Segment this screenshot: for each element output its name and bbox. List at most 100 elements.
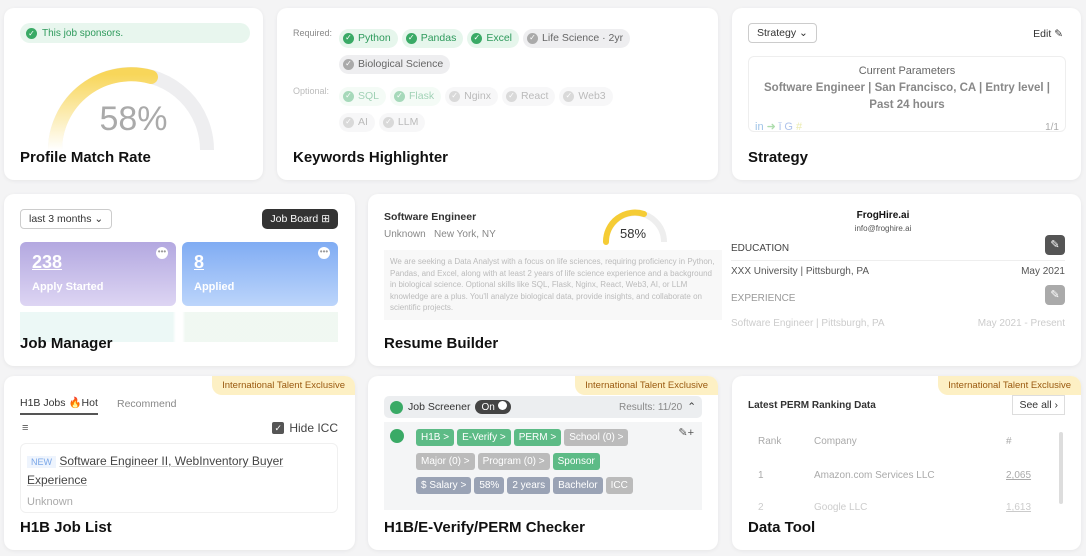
keyword-chip: ✓ Python (339, 28, 398, 48)
keywords-card[interactable]: Required: ✓ Python ✓ Pandas ✓ Excel ✓ Life Scie… (277, 8, 718, 180)
table-header: Rank Company # (758, 436, 1012, 447)
stat-value[interactable]: 238 (32, 252, 164, 273)
filter-tag[interactable]: 2 years (507, 477, 551, 494)
profile-match-card[interactable]: ✓ This job sponsors. 58% Profile Match R… (4, 8, 263, 180)
resume-match-value: 58% (620, 226, 647, 241)
filter-tag[interactable]: E-Verify > (457, 429, 511, 446)
tab-h1b-jobs[interactable]: H1B Jobs 🔥Hot (20, 396, 98, 415)
data-tool-card[interactable]: International Talent Exclusive Latest PE… (732, 376, 1081, 550)
h1b-job-list-card[interactable]: International Talent Exclusive H1B Jobs … (4, 376, 355, 550)
edit-button[interactable]: Edit ✎ (1033, 28, 1063, 40)
grid-icon: ⊞ (321, 213, 330, 225)
filter-tag[interactable]: School (0) > (564, 429, 629, 446)
filter-tag[interactable]: H1B > (416, 429, 455, 446)
check-icon: ✓ (471, 32, 483, 44)
edit-add-icon[interactable]: ✎+ (678, 426, 694, 439)
check-icon: ✓ (382, 116, 394, 128)
keyword-chip: ✓ React (501, 86, 556, 106)
filter-tag[interactable]: ICC (605, 477, 633, 494)
edit-education-button[interactable]: ✎ (1045, 235, 1065, 255)
indeed-icon: ǐ (778, 121, 782, 133)
filter-tag[interactable]: 58% (474, 477, 505, 494)
screener-body: H1B > E-Verify > PERM > School (0) > Major (… (384, 422, 702, 510)
exclusive-badge: International Talent Exclusive (938, 376, 1081, 395)
required-label: Required: (293, 28, 333, 38)
results-count: Results: 11/20 (619, 401, 683, 413)
resume-builder-card[interactable]: Software Engineer Unknown New York, NY 5… (368, 194, 1081, 366)
more-icon[interactable]: ••• (318, 247, 330, 259)
card-title: Keywords Highlighter (293, 149, 449, 166)
job-board-button[interactable]: Job Board ⊞ (262, 209, 338, 229)
stat-value[interactable]: 8 (194, 252, 326, 273)
filter-tag[interactable]: Major (0) > (416, 453, 475, 470)
checkbox-icon: ✓ (272, 422, 285, 434)
required-keywords: ✓ Python ✓ Pandas ✓ Excel ✓ Life Science · 2yr ✓… (339, 23, 639, 75)
keyword-chip: ✓ Web3 (559, 86, 613, 106)
check-icon: ✓ (343, 32, 354, 44)
job-manager-card[interactable]: last 3 months ⌄ Job Board ⊞ 238 Apply St… (4, 194, 355, 366)
more-icon[interactable]: ••• (156, 247, 168, 259)
exclusive-badge: International Talent Exclusive (212, 376, 355, 395)
table-row: 1 Amazon.com Services LLC 2,065 (758, 470, 1032, 481)
filter-tag[interactable]: Sponsor (552, 453, 600, 470)
check-icon: ✓ (505, 90, 517, 102)
stat-applied[interactable]: 8 Applied ••• (182, 242, 338, 306)
filter-tag[interactable]: Bachelor (553, 477, 603, 494)
job-meta: Unknown New York, NY (384, 229, 496, 240)
card-title: Job Manager (20, 335, 113, 352)
google-icon: G (784, 121, 793, 133)
job-company: Unknown (27, 496, 73, 508)
keyword-chip: ✓ Flask (390, 86, 442, 106)
perm-heading: Latest PERM Ranking Data (748, 400, 876, 411)
chevron-up-icon[interactable]: ⌃ (687, 401, 696, 413)
filter-tag[interactable]: Program (0) > (477, 453, 550, 470)
frog-icon (390, 400, 403, 414)
sponsor-banner: ✓ This job sponsors. (20, 23, 250, 43)
check-icon: ✓ (563, 90, 575, 102)
check-icon: ✓ (405, 32, 417, 44)
keyword-chip: ✓ SQL (339, 86, 387, 106)
checker-card[interactable]: International Talent Exclusive Job Scree… (368, 376, 718, 550)
table-row: 2 Google LLC 1,613 (758, 502, 1032, 513)
job-list-item[interactable]: NEW Software Engineer II, WebInventory B… (20, 443, 338, 513)
keyword-chip: ✓ Pandas (401, 28, 464, 48)
edit-experience-button[interactable]: ✎ (1045, 285, 1065, 305)
filter-tag[interactable]: $ Salary > (416, 477, 472, 494)
card-title: Resume Builder (384, 335, 499, 352)
range-select[interactable]: last 3 months ⌄ (20, 209, 113, 229)
keyword-chip: ✓ Life Science · 2yr (523, 28, 631, 48)
hashtag-icon: # (796, 121, 803, 133)
stat-apply-started[interactable]: 238 Apply Started ••• (20, 242, 176, 306)
education-date: May 2021 (1021, 266, 1065, 277)
strategy-select[interactable]: Strategy ⌄ (748, 23, 817, 43)
params-value: Software Engineer | San Francisco, CA | … (764, 82, 1050, 111)
page-indicator: 1/1 (1045, 122, 1059, 133)
strategy-card[interactable]: Strategy ⌄ Edit ✎ Current Parameters Sof… (732, 8, 1081, 180)
keyword-chip: ✓ Excel (467, 28, 520, 48)
check-icon: ✓ (26, 27, 37, 39)
match-rate-value: 58% (99, 100, 168, 138)
card-title: Profile Match Rate (20, 149, 151, 166)
optional-keywords: ✓ SQL ✓ Flask ✓ Nginx ✓ React ✓ Web3 ✓ AI ✓ LLM (339, 81, 649, 133)
parameters-box: Current Parameters Software Engineer | S… (748, 56, 1066, 133)
tab-recommend[interactable]: Recommend (117, 398, 177, 410)
job-title: Software Engineer (384, 211, 477, 223)
frog-icon (390, 429, 404, 443)
hide-icc-checkbox[interactable]: ✓ Hide ICC (272, 421, 338, 435)
education-entry: XXX University | Pittsburgh, PA (731, 266, 870, 277)
stat-label: Apply Started (32, 281, 104, 293)
experience-date: May 2021 - Present (977, 318, 1065, 329)
see-all-button[interactable]: See all › (1012, 395, 1065, 415)
resume-email: info@froghire.ai (854, 224, 912, 233)
filter-tag[interactable]: PERM > (513, 429, 562, 446)
source-icons: in ➜ ǐ G # (755, 120, 802, 133)
keyword-chip: ✓ AI (339, 112, 375, 132)
scrollbar[interactable] (1059, 432, 1063, 504)
education-label: EDUCATION (731, 243, 790, 254)
check-icon: ✓ (343, 116, 354, 128)
check-icon: ✓ (394, 90, 406, 102)
params-label: Current Parameters (858, 65, 956, 77)
filter-icon[interactable]: ≡ (22, 422, 28, 434)
screener-toggle[interactable]: On (475, 400, 511, 414)
keyword-chip: ✓ Biological Science (339, 54, 451, 74)
